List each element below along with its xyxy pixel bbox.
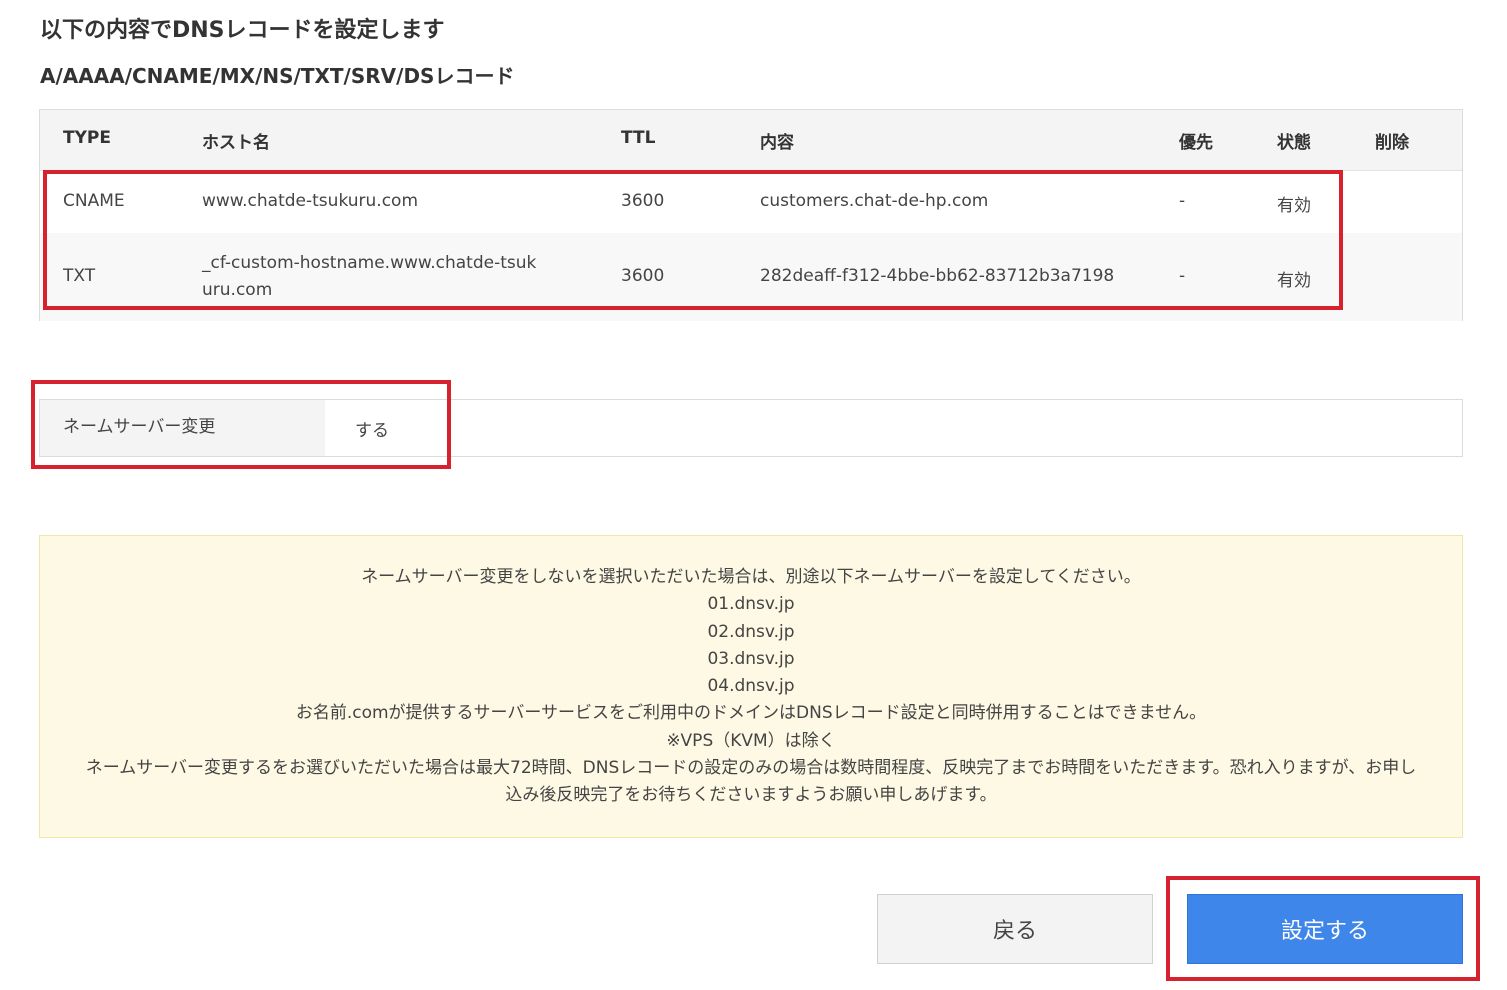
notice-nameserver: 04.dnsv.jp <box>707 676 795 697</box>
table-header: TYPE ホスト名 TTL 内容 優先 状態 削除 <box>40 110 1462 171</box>
cell-status: 有効 <box>1277 271 1311 291</box>
record-types-subtitle: A/AAAA/CNAME/MX/NS/TXT/SRV/DSレコード <box>40 64 515 88</box>
header-ttl: TTL <box>621 128 656 148</box>
nameserver-change-value: する <box>355 421 389 441</box>
nameserver-change-label: ネームサーバー変更 <box>40 400 325 456</box>
cell-host: _cf-custom-hostname.www.chatde-tsukuru.c… <box>202 253 537 300</box>
dns-records-table: TYPE ホスト名 TTL 内容 優先 状態 削除 CNAME www.chat… <box>39 109 1463 321</box>
cell-priority: - <box>1179 266 1186 286</box>
header-delete: 削除 <box>1375 133 1409 153</box>
header-type: TYPE <box>63 128 111 148</box>
cell-type: CNAME <box>63 191 125 211</box>
cell-ttl: 3600 <box>621 266 665 286</box>
notice-line: ネームサーバー変更するをお選びいただいた場合は最大72時間、DNSレコードの設定… <box>85 758 1417 806</box>
cell-ttl: 3600 <box>621 191 665 211</box>
notice-line: ※VPS（KVM）は除く <box>666 730 836 751</box>
header-content: 内容 <box>760 133 794 153</box>
cell-content: customers.chat-de-hp.com <box>760 191 989 211</box>
notice-line: ネームサーバー変更をしないを選択いただいた場合は、別途以下ネームサーバーを設定し… <box>361 567 1141 587</box>
cell-type: TXT <box>63 266 96 286</box>
cell-content: 282deaff-f312-4bbe-bb62-83712b3a7198 <box>760 266 1115 286</box>
page-title: 以下の内容でDNSレコードを設定します <box>40 18 445 43</box>
notice-text: ネームサーバー変更をしないを選択いただいた場合は、別途以下ネームサーバーを設定し… <box>80 564 1422 810</box>
cell-status: 有効 <box>1277 196 1311 216</box>
table-row: CNAME www.chatde-tsukuru.com 3600 custom… <box>40 171 1462 233</box>
back-button[interactable]: 戻る <box>877 894 1153 964</box>
notice-box: ネームサーバー変更をしないを選択いただいた場合は、別途以下ネームサーバーを設定し… <box>39 535 1463 838</box>
notice-line: お名前.comが提供するサーバーサービスをご利用中のドメインはDNSレコード設定… <box>295 703 1207 724</box>
notice-nameserver: 01.dnsv.jp <box>707 594 795 615</box>
nameserver-change-row: ネームサーバー変更 する <box>39 399 1463 457</box>
notice-nameserver: 02.dnsv.jp <box>707 621 795 642</box>
header-status: 状態 <box>1277 133 1311 153</box>
table-row: TXT _cf-custom-hostname.www.chatde-tsuku… <box>40 233 1462 321</box>
header-host: ホスト名 <box>202 133 270 153</box>
cell-host: www.chatde-tsukuru.com <box>202 191 419 211</box>
cell-priority: - <box>1179 191 1186 211</box>
notice-nameserver: 03.dnsv.jp <box>707 648 795 669</box>
header-priority: 優先 <box>1179 133 1213 153</box>
submit-button[interactable]: 設定する <box>1187 894 1463 964</box>
